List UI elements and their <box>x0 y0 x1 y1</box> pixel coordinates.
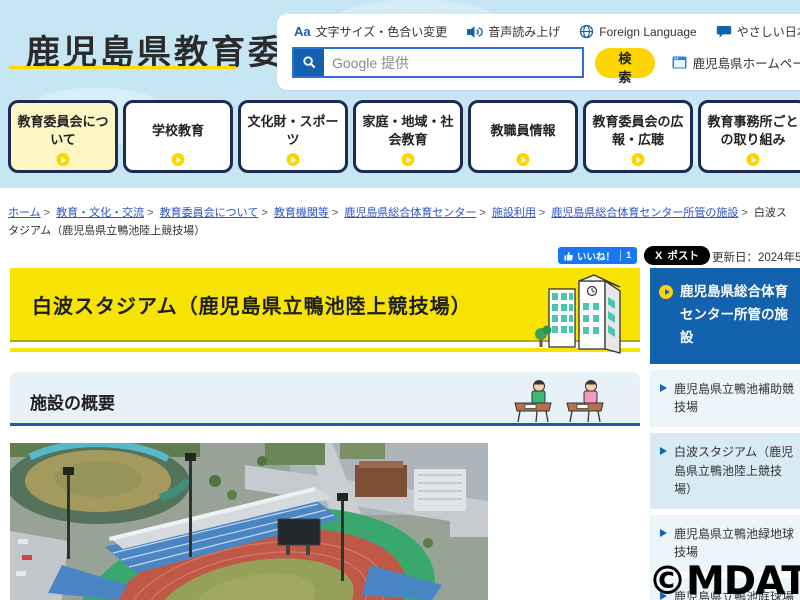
sidebar-item-hojo-track[interactable]: 鹿児島県立鴨池補助競技場 <box>650 369 800 427</box>
breadcrumb-separator: > <box>43 207 51 219</box>
breadcrumb-link[interactable]: 教育委員会について <box>160 207 259 219</box>
easy-japanese-link[interactable]: やさしい日本語 <box>716 23 800 40</box>
globe-icon <box>579 24 594 39</box>
x-logo-icon: X <box>655 249 663 262</box>
students-illustration <box>512 377 606 423</box>
easy-japanese-label: やさしい日本語 <box>736 25 800 39</box>
breadcrumb-separator: > <box>479 207 486 219</box>
breadcrumb-separator: > <box>261 207 268 219</box>
search-row: 検索 鹿児島県ホームページ <box>277 40 800 85</box>
foreign-language-label: Foreign Language <box>599 24 697 39</box>
pref-home-label: 鹿児島県ホームページ <box>692 57 800 71</box>
breadcrumb-separator: > <box>147 207 154 219</box>
x-post-button[interactable]: X ポスト <box>644 246 710 265</box>
arrow-circle-icon <box>631 153 645 166</box>
building-illustration <box>533 273 628 362</box>
search-input[interactable] <box>324 49 583 76</box>
breadcrumb-link[interactable]: 鹿児島県総合体育センター <box>344 207 476 219</box>
nav-item-school-education[interactable]: 学校教育 <box>123 100 233 173</box>
sidebar: 鹿児島県総合体育センター所管の施設 鹿児島県立鴨池補助競技場 白波スタジアム（鹿… <box>650 268 800 600</box>
breadcrumb-link[interactable]: 教育・文化・交流 <box>56 207 144 219</box>
page-title: 白波スタジアム（鹿児島県立鴨池陸上競技場） <box>32 295 472 318</box>
arrow-circle-icon <box>171 153 185 166</box>
speaker-icon <box>466 25 484 39</box>
title-underline <box>9 66 236 69</box>
triangle-bullet-icon <box>660 528 667 537</box>
thumbs-up-icon <box>564 251 573 261</box>
breadcrumb: ホーム > 教育・文化・交流 > 教育委員会について > 教育機関等 > 鹿児島県総合体… <box>8 205 796 240</box>
breadcrumb-link[interactable]: 教育機関等 <box>274 207 329 219</box>
breadcrumb-separator: > <box>538 207 546 219</box>
sidebar-item-label: 鹿児島県立鴨池補助競技場 <box>674 381 795 415</box>
nav-label: 家庭・地域・社会教育 <box>362 113 454 147</box>
nav-label: 文化財・スポーツ <box>247 113 339 147</box>
post-label: ポスト <box>667 250 699 262</box>
facebook-like-button[interactable]: いいね！ 1 <box>558 247 638 264</box>
arrow-circle-icon <box>401 153 415 166</box>
page-title-banner: 白波スタジアム（鹿児島県立鴨池陸上競技場） <box>10 268 640 354</box>
search-button[interactable]: 検索 <box>595 47 655 85</box>
nav-label: 教育委員会について <box>17 113 109 147</box>
browser-icon <box>672 56 687 69</box>
read-aloud-label: 音声読み上げ <box>488 25 561 39</box>
text-size-icon <box>294 24 311 39</box>
read-aloud-link[interactable]: 音声読み上げ <box>466 23 560 40</box>
nav-item-pr[interactable]: 教育委員会の広報・広聴 <box>583 100 693 173</box>
nav-item-home-community[interactable]: 家庭・地域・社会教育 <box>353 100 463 173</box>
breadcrumb-separator: > <box>741 207 748 219</box>
page: 鹿児島県教育委員会 文字サイズ・色合い変更 音声読み上げ <box>0 0 800 600</box>
sidebar-heading-label: 鹿児島県総合体育センター所管の施設 <box>680 284 788 345</box>
search-box <box>292 47 585 78</box>
nav-item-staff-info[interactable]: 教職員情報 <box>468 100 578 173</box>
foreign-language-link[interactable]: Foreign Language <box>579 24 697 39</box>
nav-item-about-board[interactable]: 教育委員会について <box>8 100 118 173</box>
search-icon[interactable] <box>294 49 324 76</box>
updated-date: 更新日：2024年5月1日 <box>712 252 800 264</box>
arrow-circle-icon <box>56 153 70 166</box>
triangle-bullet-icon <box>660 447 667 455</box>
breadcrumb-link[interactable]: 鹿児島県総合体育センター所管の施設 <box>551 207 738 219</box>
nav-label: 教育委員会の広報・広聴 <box>592 113 684 147</box>
text-size-link[interactable]: 文字サイズ・色合い変更 <box>294 23 448 40</box>
utility-panel: 文字サイズ・色合い変更 音声読み上げ Foreign Language <box>277 14 800 90</box>
pref-home-link[interactable]: 鹿児島県ホームページ <box>672 53 800 72</box>
like-label: いいね！ <box>577 251 616 263</box>
nav-label: 教職員情報 <box>490 122 556 138</box>
arrow-circle-icon <box>516 153 530 166</box>
watermark: ©MDATA <box>648 559 800 600</box>
breadcrumb-separator: > <box>331 207 339 219</box>
nav-label: 学校教育 <box>151 122 204 138</box>
nav-item-office-initiatives[interactable]: 教育事務所ごとの取り組み <box>698 100 800 173</box>
like-count: 1 <box>620 250 631 261</box>
sidebar-item-shiranami-stadium[interactable]: 白波スタジアム（鹿児島県立鴨池陸上競技場） <box>650 433 800 509</box>
overview-section-header: 施設の概要 <box>10 372 640 426</box>
speech-bubble-icon <box>716 25 732 39</box>
sidebar-item-label: 白波スタジアム（鹿児島県立鴨池陸上競技場） <box>674 445 794 497</box>
arrow-circle-icon <box>286 153 300 166</box>
triangle-bullet-icon <box>660 383 667 392</box>
stadium-aerial-photo <box>10 443 488 600</box>
breadcrumb-link[interactable]: 施設利用 <box>492 207 536 219</box>
nav-item-culture-sports[interactable]: 文化財・スポーツ <box>238 100 348 173</box>
site-header: 鹿児島県教育委員会 文字サイズ・色合い変更 音声読み上げ <box>0 0 800 188</box>
sidebar-heading[interactable]: 鹿児島県総合体育センター所管の施設 <box>650 268 800 364</box>
breadcrumb-link-home[interactable]: ホーム <box>8 207 41 219</box>
sidebar-item-label: 鹿児島県立鴨池緑地球技場 <box>674 526 795 560</box>
nav-label: 教育事務所ごとの取り組み <box>707 113 799 147</box>
text-size-label: 文字サイズ・色合い変更 <box>315 25 448 39</box>
main-nav: 教育委員会について 学校教育 文化財・スポーツ 家庭・地域・社会教育 教職員情報… <box>8 100 800 173</box>
arrow-circle-icon <box>746 153 760 166</box>
arrow-circle-icon <box>659 285 673 299</box>
utility-row: 文字サイズ・色合い変更 音声読み上げ Foreign Language <box>277 14 800 40</box>
